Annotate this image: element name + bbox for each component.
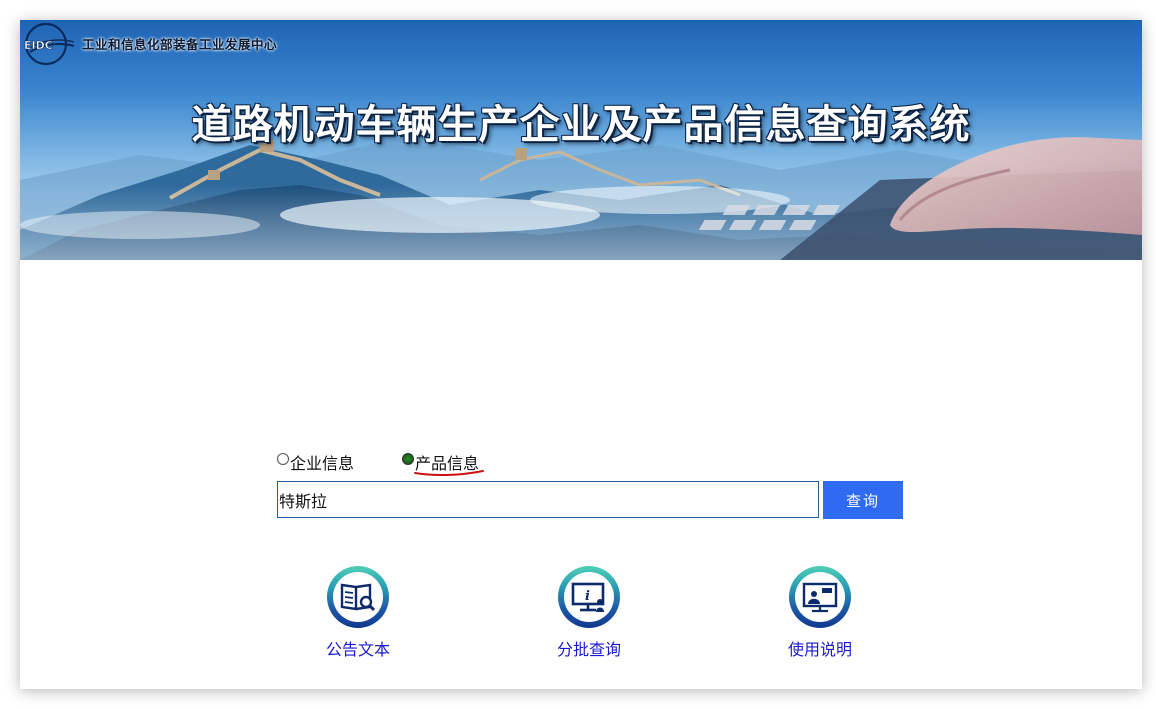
- search-button[interactable]: 查询: [823, 481, 903, 519]
- nav-label-usage[interactable]: 使用说明: [760, 636, 880, 660]
- announcement-circle[interactable]: [327, 566, 389, 628]
- monitor-info-icon: i: [571, 582, 605, 612]
- svg-text:i: i: [585, 589, 590, 604]
- book-search-icon: [340, 583, 376, 612]
- query-type-radio-group: 企业信息 产品信息: [277, 450, 777, 477]
- red-underline-annotation: [414, 470, 484, 477]
- system-title: 道路机动车辆生产企业及产品信息查询系统: [191, 102, 971, 148]
- batch-query-circle[interactable]: i: [558, 566, 620, 628]
- eidc-logo-icon: EIDC: [24, 22, 75, 66]
- nav-label-batch-query[interactable]: 分批查询: [529, 636, 649, 660]
- radio-enterprise-info[interactable]: 企业信息: [277, 450, 354, 474]
- radio-button-product[interactable]: [402, 453, 414, 465]
- nav-announcement-text[interactable]: 公告文本: [298, 566, 418, 660]
- browser-page: EIDC 工业和信息化部装备工业发展中心 道路机动车辆生产企业及产品信息查询系统…: [20, 20, 1142, 689]
- nav-usage-instructions[interactable]: 使用说明: [760, 566, 880, 660]
- org-name: 工业和信息化部装备工业发展中心: [82, 37, 278, 52]
- logo-text: EIDC: [24, 39, 53, 52]
- screen-presenter-icon: [802, 582, 838, 613]
- nav-batch-query[interactable]: i 分批查询: [529, 566, 649, 660]
- header-banner: EIDC 工业和信息化部装备工业发展中心 道路机动车辆生产企业及产品信息查询系统: [20, 20, 1142, 260]
- usage-instructions-circle[interactable]: [789, 566, 851, 628]
- search-input[interactable]: [277, 481, 819, 518]
- nav-label-announcement[interactable]: 公告文本: [298, 636, 418, 660]
- radio-label-enterprise: 企业信息: [290, 454, 355, 473]
- radio-button-enterprise[interactable]: [277, 453, 289, 465]
